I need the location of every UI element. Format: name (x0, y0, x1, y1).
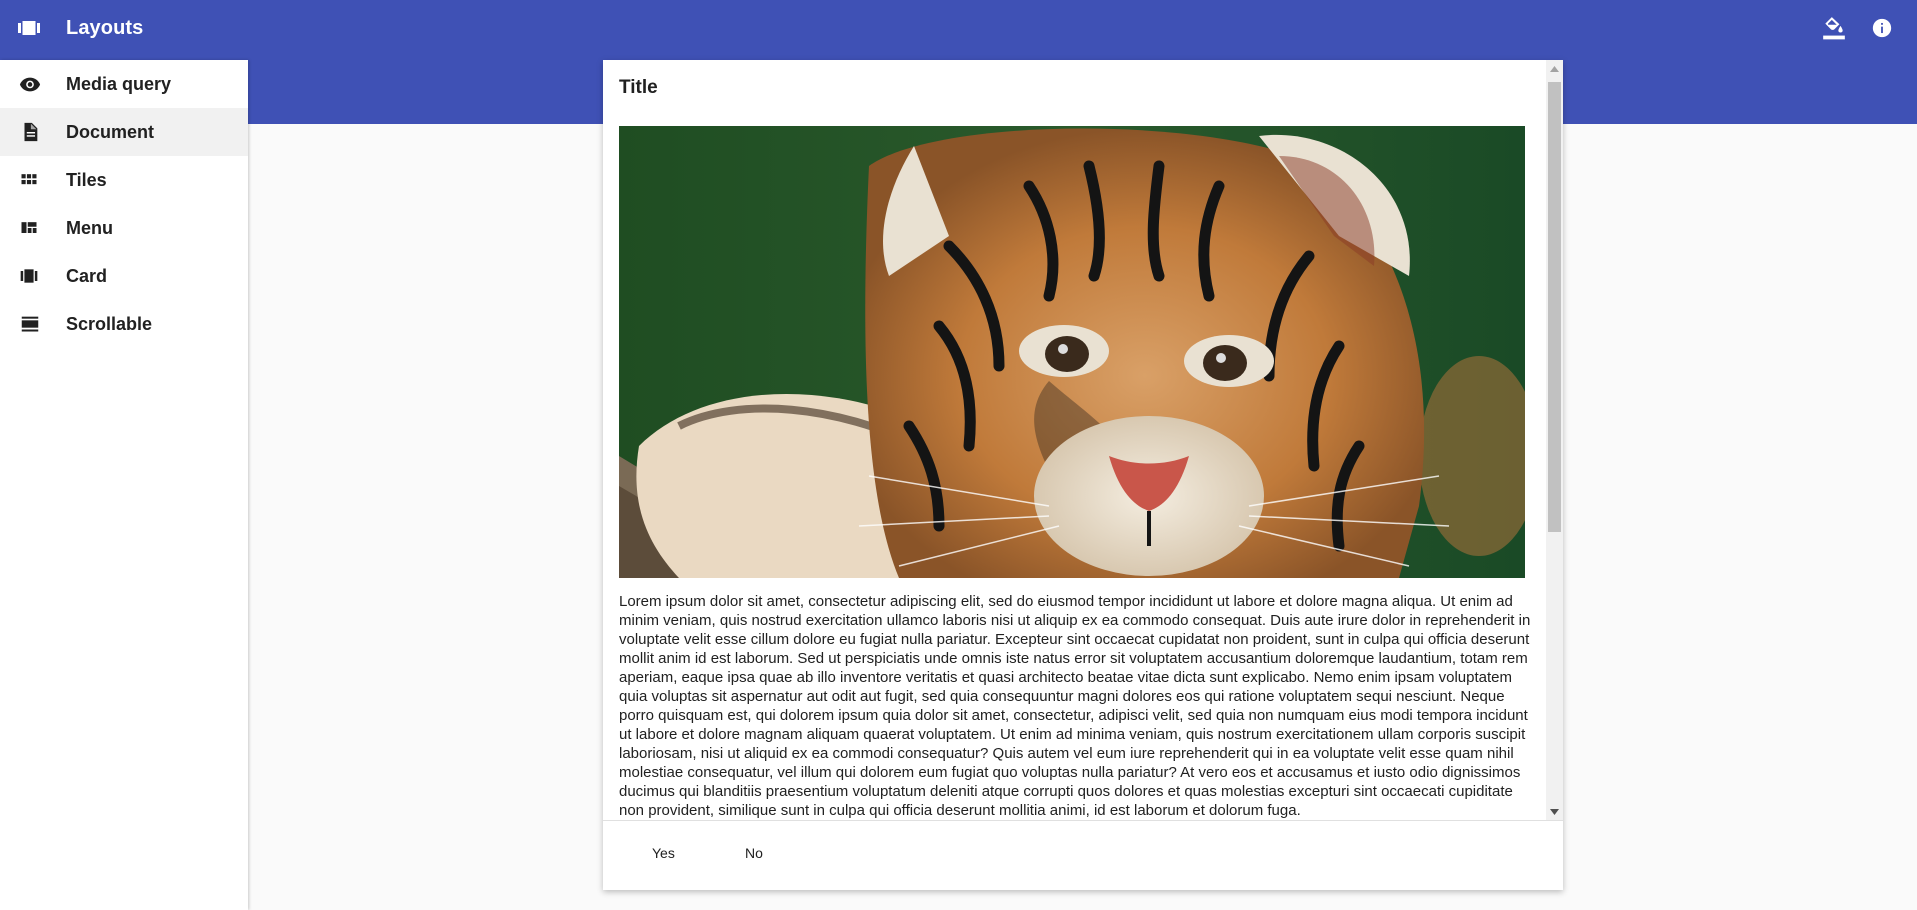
sidebar-nav: Media query Document Tiles Menu Card Scr… (0, 60, 248, 910)
sidebar-item-document[interactable]: Document (0, 108, 248, 156)
app-bar: Layouts (0, 0, 1917, 60)
sidebar-item-tiles[interactable]: Tiles (0, 156, 248, 204)
eye-icon (0, 73, 66, 95)
dialog-actions: Yes No (603, 820, 1563, 890)
sidebar-item-label: Tiles (66, 169, 107, 190)
info-icon[interactable] (1868, 14, 1896, 42)
sidebar-item-label: Scrollable (66, 313, 153, 334)
sidebar-item-card[interactable]: Card (0, 252, 248, 300)
scroll-thumb[interactable] (1548, 82, 1561, 532)
grid-icon (0, 170, 66, 190)
sidebar-item-label: Card (66, 265, 108, 286)
sidebar-item-label: Document (66, 121, 155, 142)
layouts-icon (18, 20, 40, 36)
dialog-title: Title (619, 77, 658, 98)
app-title: Layouts (66, 17, 144, 39)
paint-bucket-icon[interactable] (1820, 14, 1848, 42)
sidebar-item-label: Menu (66, 217, 113, 238)
dialog: Title Lorem ipsum dolor sit amet, consec… (603, 60, 1563, 890)
sidebar-item-menu[interactable]: Menu (0, 204, 248, 252)
scroll-down-arrow-icon[interactable] (1546, 803, 1563, 820)
sidebar-item-scrollable[interactable]: Scrollable (0, 300, 248, 348)
dialog-scroll-content[interactable]: Title Lorem ipsum dolor sit amet, consec… (603, 60, 1546, 820)
dialog-body-text: Lorem ipsum dolor sit amet, consectetur … (619, 593, 1531, 819)
document-icon (0, 121, 66, 143)
sidebar-item-media-query[interactable]: Media query (0, 60, 248, 108)
no-button[interactable]: No (745, 845, 763, 861)
sidebar-item-label: Media query (66, 73, 172, 94)
scroll-up-arrow-icon[interactable] (1546, 60, 1563, 77)
dashboard-icon (0, 218, 66, 238)
tiger-cub-image (619, 126, 1525, 578)
yes-button[interactable]: Yes (652, 845, 675, 861)
carousel-icon (0, 266, 66, 286)
list-icon (0, 313, 66, 335)
dialog-scrollbar[interactable] (1546, 60, 1563, 820)
